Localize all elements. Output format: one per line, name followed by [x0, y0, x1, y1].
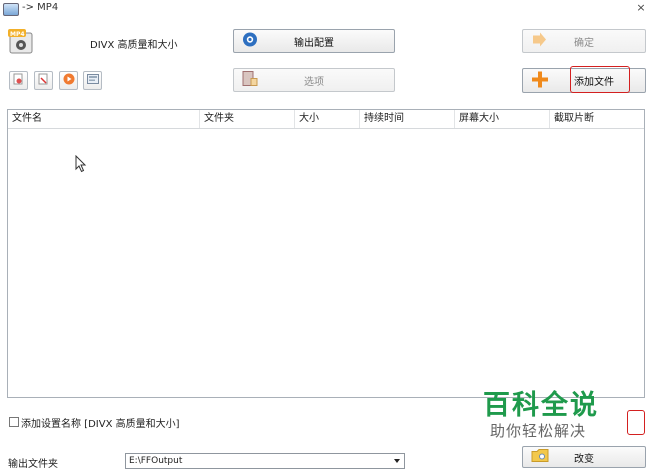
table-header: 文件名 文件夹 大小 持续时间 屏幕大小 截取片断: [8, 110, 644, 129]
close-icon[interactable]: ×: [634, 1, 648, 15]
output-folder-value: E:\FFOutput: [129, 456, 183, 466]
folder-icon: [531, 449, 549, 466]
options-button[interactable]: 选项: [233, 68, 395, 92]
output-settings-label: 输出配置: [294, 37, 334, 49]
file-list-table[interactable]: 文件名 文件夹 大小 持续时间 屏幕大小 截取片断: [7, 109, 645, 398]
window-title: -> MP4: [22, 2, 59, 13]
column-header-filename[interactable]: 文件名: [8, 110, 200, 128]
mp4-format-icon: MP4: [8, 29, 34, 55]
add-setting-name-label: 添加设置名称 [DIVX 高质量和大小]: [21, 419, 180, 430]
clear-list-icon: [38, 73, 49, 88]
play-icon: [63, 73, 75, 88]
app-icon: [3, 3, 19, 16]
column-header-clip[interactable]: 截取片断: [550, 110, 644, 128]
column-header-folder[interactable]: 文件夹: [200, 110, 295, 128]
chevron-down-icon: [394, 459, 400, 463]
watermark-subtitle: 助你轻松解决: [490, 422, 587, 440]
ok-label: 确定: [574, 37, 594, 49]
options-film-icon: [242, 71, 258, 90]
highlight-box-add-file: [570, 66, 630, 93]
mouse-cursor-icon: [75, 154, 87, 176]
clear-list-button[interactable]: [34, 71, 53, 90]
add-plus-icon: [531, 70, 549, 91]
remove-file-button[interactable]: [9, 71, 28, 90]
media-info-icon: [86, 74, 99, 87]
settings-gear-icon: [242, 32, 258, 51]
title-bar: [0, 0, 650, 18]
output-folder-label: 输出文件夹: [8, 459, 58, 470]
output-folder-select[interactable]: E:\FFOutput: [125, 453, 405, 469]
arrow-right-icon: [531, 32, 547, 50]
add-setting-name-checkbox[interactable]: [9, 417, 19, 427]
media-info-button[interactable]: [83, 71, 102, 90]
highlight-box-partial: [627, 410, 645, 435]
column-header-duration[interactable]: 持续时间: [360, 110, 455, 128]
change-folder-button[interactable]: 改变: [522, 446, 646, 468]
profile-name: DIVX 高质量和大小: [90, 40, 178, 51]
change-label: 改变: [574, 453, 594, 465]
ok-button[interactable]: 确定: [522, 29, 646, 53]
watermark-logo: 百科全说: [483, 390, 599, 421]
play-button[interactable]: [59, 71, 78, 90]
svg-text:MP4: MP4: [10, 31, 25, 38]
options-label: 选项: [304, 76, 324, 88]
column-header-size[interactable]: 大小: [295, 110, 360, 128]
column-header-screen-size[interactable]: 屏幕大小: [455, 110, 550, 128]
output-settings-button[interactable]: 输出配置: [233, 29, 395, 53]
remove-file-icon: [13, 73, 24, 88]
